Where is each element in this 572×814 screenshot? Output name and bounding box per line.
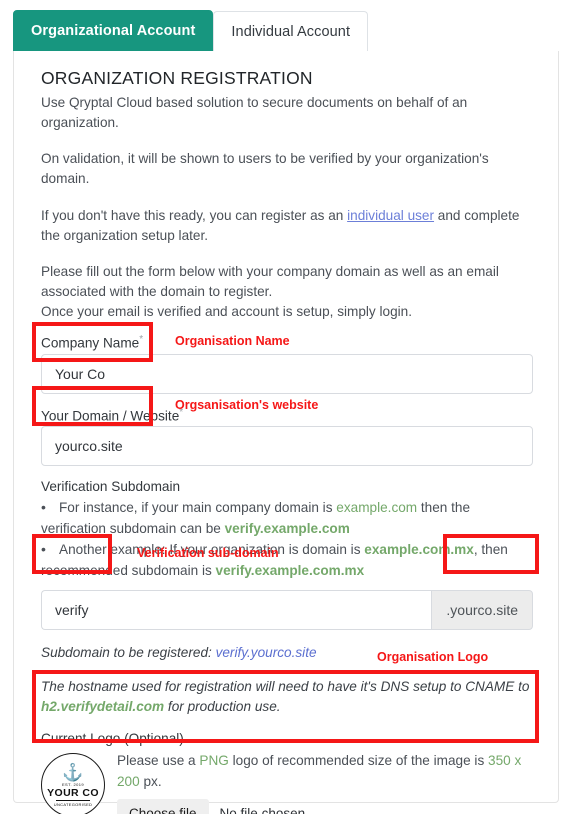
help-bullet-2-domain: example.com.mx [364,542,474,558]
subdomain-field[interactable] [41,589,432,630]
cname-note-post: for production use. [164,699,281,715]
help-bullet-1-pre: For instance, if your main company domai… [59,500,337,516]
subdomain-suffix-addon: .yourco.site [431,589,533,630]
paragraph-verified-login: Once your email is verified and account … [41,303,412,319]
domain-label-text: Your Domain / Website [41,408,180,424]
logo-company-name: YOUR CO [47,786,99,799]
registration-card: ORGANIZATION REGISTRATION Use Qryptal Cl… [13,51,559,814]
registration-card-body: ORGANIZATION REGISTRATION Use Qryptal Cl… [14,51,558,814]
registration-page: Organizational Account Individual Accoun… [0,0,572,814]
help-bullet-1: For instance, if your main company domai… [41,497,531,539]
account-type-tabs: Organizational Account Individual Accoun… [13,10,559,52]
tab-individual-account[interactable]: Individual Account [213,11,369,52]
subdomain-to-register-label: Subdomain to be registered: [41,644,216,660]
cname-note-pre: The hostname used for registration will … [41,678,530,694]
tab-organizational-account-label: Organizational Account [31,22,196,39]
choose-file-button[interactable]: Choose file [117,799,209,814]
paragraph-validation: On validation, it will be shown to users… [41,151,489,187]
page-title: ORGANIZATION REGISTRATION [41,68,313,88]
cname-host: h2.verifydetail.com [41,699,165,715]
bullet-dot-icon [41,497,59,518]
paragraph-fill-form: Please fill out the form below with your… [41,264,499,299]
current-logo-label: Current Logo (Optional) [41,731,184,747]
company-name-field[interactable] [41,353,533,394]
help-bullet-2-subdomain: verify.example.com.mx [215,562,365,578]
subdomain-input[interactable] [42,590,432,629]
subdomain-input-group: .yourco.site [41,589,533,630]
help-bullet-2: Another example: If your organization is… [41,539,531,581]
individual-user-link[interactable]: individual user [347,208,434,223]
cname-note: The hostname used for registration will … [41,677,531,718]
help-bullet-1-domain: example.com [336,500,418,516]
no-file-chosen-label: No file chosen [219,806,306,814]
annotation-label-verification-subdomain: Verification sub-domain [137,546,279,560]
annotation-label-organisation-website: Orgsanisation's website [175,398,319,412]
page-lead: Use Qryptal Cloud based solution to secu… [41,95,468,130]
annotation-label-organisation-logo: Organisation Logo [377,650,489,664]
logo-bottom-text: UNCATEGORISED [53,802,93,808]
company-name-input[interactable] [42,354,532,393]
logo-help-post: px. [139,773,162,789]
logo-help-mid: logo of recommended size of the image is [228,753,489,769]
domain-input[interactable] [42,427,532,466]
logo-top-text: EST. 2019 [61,781,85,787]
anchor-icon: ⚓ [62,762,84,782]
not-ready-pre: If you don't have this ready, you can re… [41,207,348,223]
subdomain-to-register-value: verify.yourco.site [215,644,317,660]
current-logo-preview: ⚓ EST. 2019 YOUR CO UNCATEGORISED [41,753,105,814]
logo-file-input-row[interactable]: Choose file No file chosen [117,799,533,814]
paragraph-not-ready: If you don't have this ready, you can re… [41,206,531,245]
annotation-label-organisation-name: Organisation Name [175,334,290,348]
current-logo-box: ⚓ EST. 2019 YOUR CO UNCATEGORISED Please… [41,749,533,814]
tab-individual-account-label: Individual Account [231,23,351,40]
logo-divider [56,800,90,802]
logo-help-pre: Please use a [117,753,200,769]
help-bullet-1-subdomain: verify.example.com [224,520,350,536]
company-name-required-mark: * [139,334,144,346]
logo-help-png: PNG [199,753,229,769]
verification-subdomain-help-list: For instance, if your main company domai… [41,497,531,581]
company-name-label-text: Company Name [41,335,140,351]
tab-organizational-account[interactable]: Organizational Account [13,10,214,51]
verification-subdomain-label: Verification Subdomain [41,479,181,495]
logo-help-text: Please use a PNG logo of recommended siz… [117,751,533,814]
domain-field[interactable] [41,426,533,467]
bullet-dot-icon [41,539,59,560]
